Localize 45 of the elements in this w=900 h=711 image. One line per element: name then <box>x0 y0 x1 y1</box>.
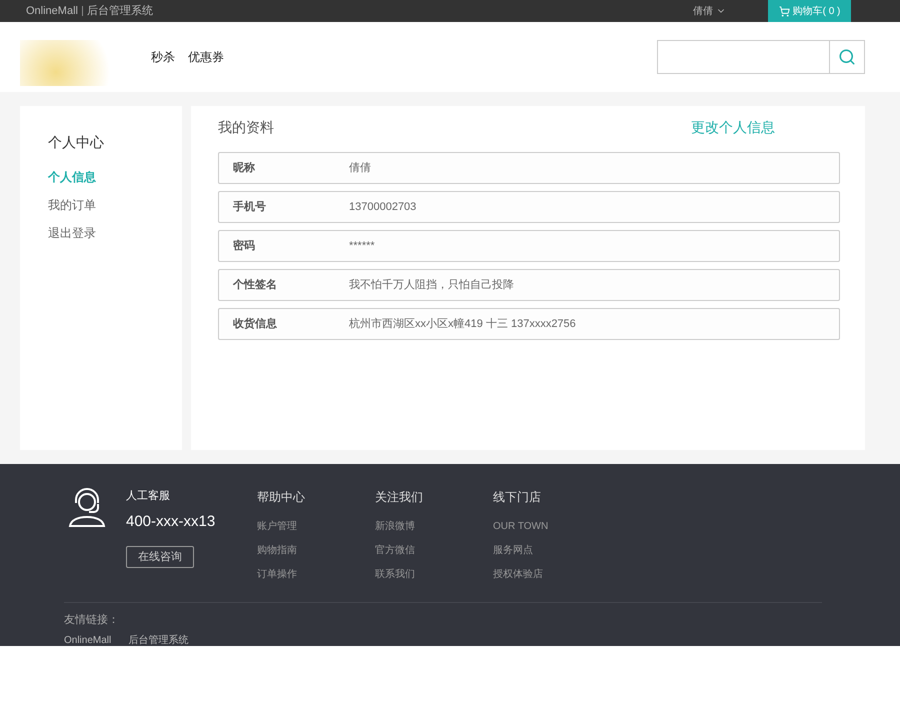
field-label: 收货信息 <box>232 316 278 332</box>
search-field[interactable] <box>657 40 830 74</box>
sidebar-item[interactable]: 退出登录 <box>48 224 182 252</box>
search-icon <box>838 48 856 66</box>
field-label: 手机号 <box>232 200 267 215</box>
field-value: 杭州市西湖区xx小区x幢419 十三 137xxxx2756 <box>349 316 576 332</box>
search-button[interactable] <box>830 40 865 74</box>
field-label: 密码 <box>232 238 256 254</box>
sidebar-title: 个人中心 <box>48 133 105 152</box>
headset-user-icon <box>68 488 106 528</box>
cart-icon <box>778 6 790 16</box>
footer-link[interactable]: 新浪微博 <box>375 519 493 534</box>
nav-link[interactable]: 优惠券 <box>188 48 224 66</box>
footer-link[interactable]: 联系我们 <box>375 567 493 582</box>
field-value: 倩倩 <box>349 160 371 176</box>
footer-column-title: 线下门店 <box>493 489 542 506</box>
footer-link[interactable]: 授权体验店 <box>493 567 611 582</box>
footer-link[interactable]: 服务网点 <box>493 543 611 558</box>
brand-link[interactable]: OnlineMall <box>26 2 78 20</box>
field-value: ****** <box>349 238 375 254</box>
service-phone: 400-xxx-xx13 <box>126 512 216 532</box>
footer-link[interactable]: OUR TOWN <box>493 519 611 534</box>
field-label: 昵称 <box>232 160 256 176</box>
footer-column-title: 关注我们 <box>375 489 424 506</box>
user-menu[interactable]: 倩倩 <box>693 4 726 18</box>
profile-title: 我的资料 <box>218 118 274 136</box>
service-title: 人工客服 <box>126 488 171 504</box>
footer-link[interactable]: 购物指南 <box>257 543 375 558</box>
friend-links-label: 友情链接： <box>64 612 120 628</box>
field-value: 我不怕千万人阻挡，只怕自己投降 <box>349 278 514 293</box>
cart-button[interactable]: 购物车( 0 ) <box>768 0 851 22</box>
admin-link[interactable]: 后台管理系统 <box>86 2 153 20</box>
footer-link[interactable]: 官方微信 <box>375 543 493 558</box>
field-label: 个性签名 <box>232 278 278 293</box>
footer-link[interactable]: 账户管理 <box>257 519 375 534</box>
sidebar-item[interactable]: 我的订单 <box>48 196 182 224</box>
footer-link[interactable]: 订单操作 <box>257 567 375 582</box>
friend-link[interactable]: 后台管理系统 <box>128 632 188 648</box>
edit-profile-link[interactable]: 更改个人信息 <box>691 116 775 138</box>
sidebar-item[interactable]: 个人信息 <box>48 168 182 196</box>
online-consult-button[interactable]: 在线咨询 <box>126 546 194 568</box>
friend-link[interactable]: OnlineMall <box>64 632 112 648</box>
nav-link[interactable]: 秒杀 <box>151 48 175 66</box>
footer-column-title: 帮助中心 <box>257 489 306 506</box>
field-value: 13700002703 <box>349 200 416 215</box>
